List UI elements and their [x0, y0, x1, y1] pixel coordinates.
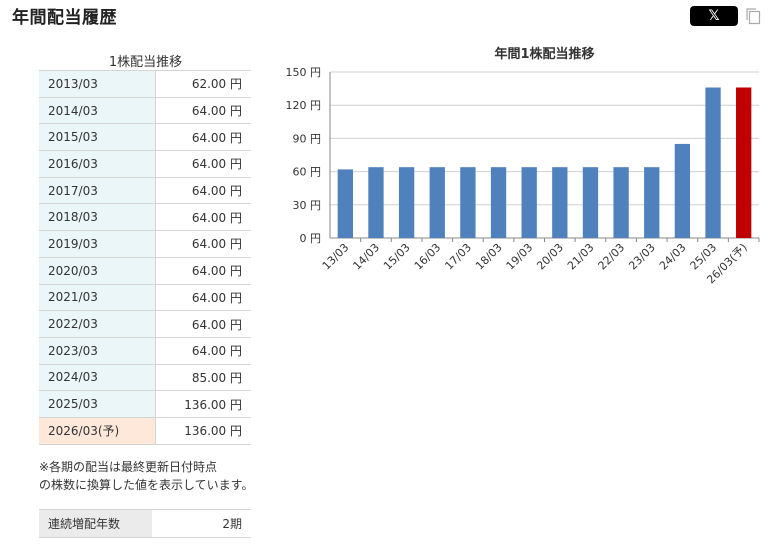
x-tick-label: 15/03	[381, 241, 413, 273]
bar	[429, 167, 445, 238]
bar	[337, 169, 353, 238]
row-value: 64.00 円	[155, 230, 251, 258]
bar	[490, 167, 507, 238]
table-row: 2018/03 64.00 円	[39, 203, 251, 232]
row-period: 2020/03	[39, 256, 156, 285]
chart-title: 年間1株配当推移	[494, 46, 594, 62]
x-tick-label: 17/03	[442, 241, 474, 273]
share-x-button[interactable]: 𝕏	[690, 6, 738, 26]
x-tick-label: 20/03	[534, 241, 566, 273]
table-row: 2022/03 64.00 円	[39, 310, 251, 338]
table-row: 2017/03 64.00 円	[39, 176, 251, 205]
y-tick-label: 120 円	[286, 99, 322, 112]
y-tick-label: 30 円	[293, 199, 322, 212]
row-period: 2015/03	[39, 123, 156, 152]
table-row: 2014/03 64.00 円	[39, 96, 251, 125]
x-tick-label: 14/03	[350, 241, 382, 273]
row-period: 2014/03	[39, 96, 156, 125]
row-period: 2025/03	[39, 390, 156, 418]
bar	[552, 167, 568, 238]
dividend-table: 2013/03 62.00 円 2014/03 64.00 円 2015/03 64.00…	[39, 70, 251, 445]
row-value: 64.00 円	[155, 203, 251, 232]
row-value: 85.00 円	[155, 363, 251, 392]
row-value: 62.00 円	[155, 70, 251, 98]
row-value: 64.00 円	[155, 123, 251, 152]
row-period: 2021/03	[39, 283, 156, 312]
x-logo-icon: 𝕏	[708, 8, 720, 24]
x-tick-label: 23/03	[626, 241, 658, 273]
row-value: 136.00 円	[155, 390, 251, 418]
bar	[705, 87, 721, 238]
x-tick-label: 18/03	[473, 241, 505, 273]
x-tick-label: 22/03	[596, 241, 628, 273]
row-period: 2013/03	[39, 70, 156, 98]
table-row: 2026/03(予) 136.00 円	[39, 416, 251, 445]
streak-table: 連続増配年数 2期	[39, 509, 251, 538]
table-row: 2016/03 64.00 円	[39, 150, 251, 178]
x-tick-label: 13/03	[320, 241, 352, 273]
copy-icon[interactable]	[745, 7, 761, 25]
y-tick-label: 60 円	[293, 166, 322, 179]
streak-value: 2期	[152, 509, 251, 538]
y-tick-label: 0 円	[300, 232, 322, 245]
table-row: 2021/03 64.00 円	[39, 283, 251, 312]
row-period: 2016/03	[39, 150, 156, 178]
y-tick-label: 90 円	[293, 132, 322, 145]
row-period: 2026/03(予)	[39, 416, 156, 445]
table-row: 2025/03 136.00 円	[39, 390, 251, 418]
note-line-1: ※各期の配当は最終更新日付時点	[39, 460, 218, 474]
note: ※各期の配当は最終更新日付時点 の株数に換算した値を表示しています。	[39, 458, 253, 494]
table-caption: 1株配当推移	[108, 55, 183, 70]
row-value: 64.00 円	[155, 150, 251, 178]
table-row: 2020/03 64.00 円	[39, 256, 251, 285]
note-line-2: の株数に換算した値を表示しています。	[39, 478, 254, 492]
row-value: 64.00 円	[155, 176, 251, 205]
bar	[521, 167, 537, 238]
row-period: 2018/03	[39, 203, 156, 232]
dividend-bar-chart: 年間1株配当推移 0 円 30 円 60 円 90 円 120 円 150 円 13/03 14…	[286, 46, 760, 286]
bar	[736, 87, 752, 238]
table-row: 2015/03 64.00 円	[39, 123, 251, 152]
row-period: 2019/03	[39, 230, 156, 258]
row-value: 64.00 円	[155, 256, 251, 285]
row-period: 2022/03	[39, 310, 156, 338]
row-period: 2024/03	[39, 363, 156, 392]
table-row: 2013/03 62.00 円	[39, 70, 251, 98]
row-value: 64.00 円	[155, 96, 251, 125]
row-period: 2017/03	[39, 176, 156, 205]
bar	[398, 167, 415, 238]
row-value: 136.00 円	[155, 416, 251, 445]
table-row: 2023/03 64.00 円	[39, 336, 251, 365]
streak-label: 連続増配年数	[39, 509, 152, 538]
x-tick-label: 21/03	[565, 241, 597, 273]
row-value: 64.00 円	[155, 283, 251, 312]
x-tick-label: 24/03	[657, 241, 689, 273]
bar	[460, 167, 476, 238]
table-row: 2019/03 64.00 円	[39, 230, 251, 258]
bar	[582, 167, 599, 238]
x-tick-label: 19/03	[504, 241, 536, 273]
bar	[368, 167, 384, 238]
bar	[674, 143, 691, 238]
table-row: 2024/03 85.00 円	[39, 363, 251, 392]
row-period: 2023/03	[39, 336, 156, 365]
y-tick-label: 150 円	[286, 66, 322, 79]
row-value: 64.00 円	[155, 310, 251, 338]
bar	[613, 167, 629, 238]
bar	[644, 167, 660, 238]
x-tick-label: 16/03	[412, 241, 444, 273]
page-title: 年間配当履歴	[12, 8, 117, 28]
row-value: 64.00 円	[155, 336, 251, 365]
